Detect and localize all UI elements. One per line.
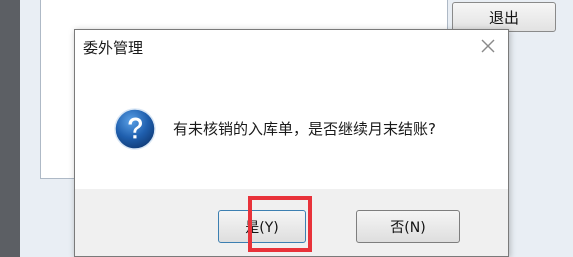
dialog-body: 有未核销的入库单，是否继续月末结账? xyxy=(75,62,508,189)
question-icon xyxy=(113,107,157,151)
dialog-footer: 是(Y) 否(N) xyxy=(75,189,508,256)
dialog-message: 有未核销的入库单，是否继续月末结账? xyxy=(173,120,436,138)
exit-button[interactable]: 退出 xyxy=(452,2,556,32)
left-edge-strip xyxy=(0,0,20,257)
confirm-dialog: 委外管理 有未核销的入库单，是否继续月末结账? 是(Y) 否(N) xyxy=(74,29,509,257)
dialog-title: 委外管理 xyxy=(83,39,144,57)
no-button[interactable]: 否(N) xyxy=(356,210,460,243)
yes-button[interactable]: 是(Y) xyxy=(218,210,306,243)
close-icon[interactable] xyxy=(478,36,498,56)
dialog-titlebar: 委外管理 xyxy=(75,30,508,62)
